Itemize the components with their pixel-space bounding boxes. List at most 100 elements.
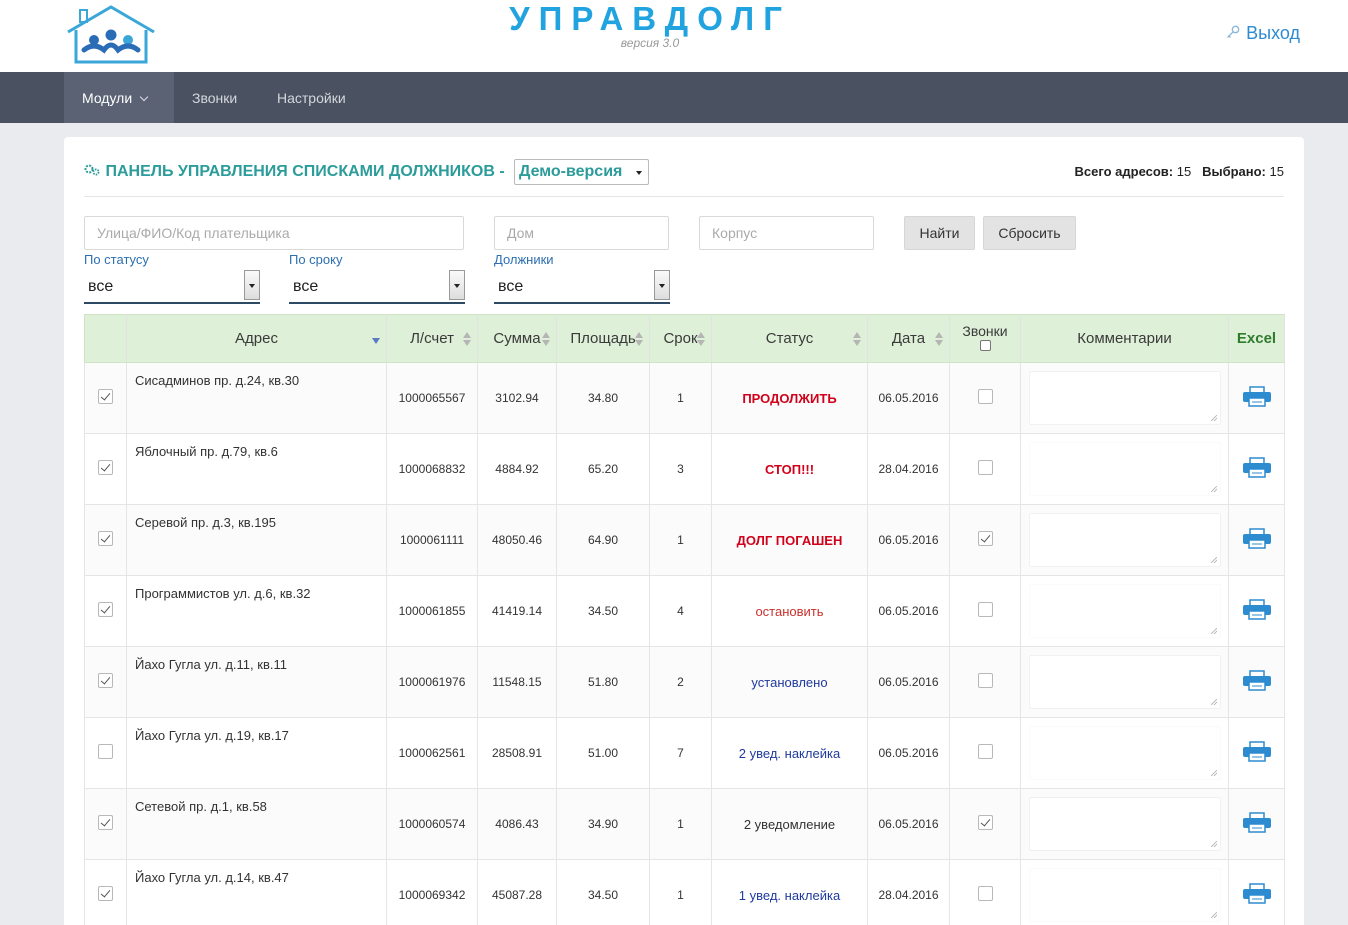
comment-cell [1020, 717, 1229, 789]
row-select-cell [84, 433, 127, 505]
date-cell: 06.05.2016 [867, 575, 950, 647]
area-cell: 64.90 [556, 504, 650, 576]
nav-item-label: Модули [82, 90, 133, 106]
comment-textarea[interactable] [1028, 584, 1221, 638]
col-date[interactable]: Дата [867, 314, 950, 363]
col-area[interactable]: Площадь [556, 314, 650, 363]
call-checkbox[interactable] [977, 531, 993, 546]
find-button[interactable]: Найти [904, 216, 975, 250]
comment-textarea[interactable] [1028, 442, 1221, 496]
table-row: Йахо Гугла ул. д.11, кв.11 1000061976 1154… [84, 646, 1285, 718]
call-checkbox[interactable] [977, 886, 993, 901]
printer-icon[interactable] [1242, 882, 1272, 905]
col-address[interactable]: Адрес [126, 314, 387, 363]
row-select-checkbox[interactable] [98, 673, 113, 688]
comment-cell [1020, 575, 1229, 647]
account-cell: 1000068832 [386, 433, 478, 505]
account-cell: 1000061976 [386, 646, 478, 718]
call-cell [949, 504, 1021, 576]
term-cell: 1 [649, 504, 712, 576]
comment-textarea[interactable] [1028, 726, 1221, 780]
printer-icon[interactable] [1242, 385, 1272, 408]
mode-select[interactable]: Демо-версия [514, 159, 649, 185]
sort-icon [697, 332, 705, 346]
comment-textarea[interactable] [1028, 797, 1221, 851]
building-input[interactable] [699, 216, 874, 250]
status-label: 2 увед. наклейка [738, 745, 841, 761]
call-checkbox[interactable] [977, 460, 993, 475]
col-select [84, 314, 127, 363]
account-cell: 1000062561 [386, 717, 478, 789]
sum-cell: 11548.15 [477, 646, 557, 718]
table-row: Йахо Гугла ул. д.19, кв.17 1000062561 2850… [84, 717, 1285, 789]
calls-select-all-checkbox[interactable] [979, 340, 991, 351]
col-term-label: Срок [663, 330, 698, 347]
col-area-label: Площадь [570, 330, 636, 347]
col-calls: Звонки [949, 314, 1021, 363]
status-cell: 2 уведомление [711, 788, 868, 860]
excel-cell [1228, 433, 1285, 505]
search-input[interactable] [84, 216, 464, 250]
comment-cell [1020, 859, 1229, 925]
reset-button[interactable]: Сбросить [983, 216, 1076, 250]
printer-icon[interactable] [1242, 527, 1272, 550]
house-input[interactable] [494, 216, 669, 250]
total-label: Всего адресов: [1074, 164, 1174, 179]
call-checkbox[interactable] [977, 744, 993, 759]
table-row: Серевой пр. д.3, кв.195 1000061111 48050.4… [84, 504, 1285, 576]
comment-textarea[interactable] [1028, 371, 1221, 425]
row-select-checkbox[interactable] [98, 744, 113, 759]
call-checkbox[interactable] [977, 389, 993, 404]
term-filter-select[interactable]: все [289, 270, 465, 304]
panel-header: ПАНЕЛЬ УПРАВЛЕНИЯ СПИСКАМИ ДОЛЖНИКОВ - Д… [84, 159, 1284, 197]
status-label: ПРОДОЛЖИТЬ [742, 390, 837, 406]
call-cell [949, 717, 1021, 789]
sum-cell: 3102.94 [477, 362, 557, 434]
nav-item-calls[interactable]: Звонки [174, 72, 255, 123]
area-cell: 51.80 [556, 646, 650, 718]
status-label: 1 увед. наклейка [738, 887, 841, 903]
chevron-down-icon [139, 92, 149, 102]
col-status[interactable]: Статус [711, 314, 868, 363]
call-checkbox[interactable] [977, 815, 993, 830]
row-select-checkbox[interactable] [98, 389, 113, 404]
sort-icon [542, 332, 550, 346]
logout-button[interactable]: Выход [1226, 23, 1300, 44]
nav-item-settings[interactable]: Настройки [259, 72, 364, 123]
printer-icon[interactable] [1242, 811, 1272, 834]
status-cell: СТОП!!! [711, 433, 868, 505]
status-label: установлено [751, 674, 828, 690]
call-checkbox[interactable] [977, 602, 993, 617]
printer-icon[interactable] [1242, 740, 1272, 763]
row-select-checkbox[interactable] [98, 886, 113, 901]
col-account[interactable]: Л/счет [386, 314, 478, 363]
call-checkbox[interactable] [977, 673, 993, 688]
excel-cell [1228, 859, 1285, 925]
col-sum[interactable]: Сумма [477, 314, 557, 363]
printer-icon[interactable] [1242, 669, 1272, 692]
comment-textarea[interactable] [1028, 655, 1221, 709]
account-cell: 1000069342 [386, 859, 478, 925]
row-select-checkbox[interactable] [98, 531, 113, 546]
col-term[interactable]: Срок [649, 314, 712, 363]
row-select-checkbox[interactable] [98, 602, 113, 617]
debtors-filter-select[interactable]: все [494, 270, 670, 304]
status-cell: ДОЛГ ПОГАШЕН [711, 504, 868, 576]
printer-icon[interactable] [1242, 598, 1272, 621]
table-row: Яблочный пр. д.79, кв.6 1000068832 4884.92… [84, 433, 1285, 505]
comment-cell [1020, 646, 1229, 718]
logout-label: Выход [1246, 23, 1300, 43]
status-filter-select[interactable]: все [84, 270, 260, 304]
comment-textarea[interactable] [1028, 868, 1221, 922]
comment-textarea[interactable] [1028, 513, 1221, 567]
nav-item-modules[interactable]: Модули [64, 72, 174, 123]
excel-cell [1228, 504, 1285, 576]
excel-cell [1228, 575, 1285, 647]
top-header: УПРАВДОЛГ версия 3.0 Выход [0, 0, 1348, 72]
printer-icon[interactable] [1242, 456, 1272, 479]
sort-icon [635, 332, 643, 346]
row-select-checkbox[interactable] [98, 815, 113, 830]
term-cell: 1 [649, 859, 712, 925]
address-cell: Серевой пр. д.3, кв.195 [126, 504, 387, 576]
row-select-checkbox[interactable] [98, 460, 113, 475]
